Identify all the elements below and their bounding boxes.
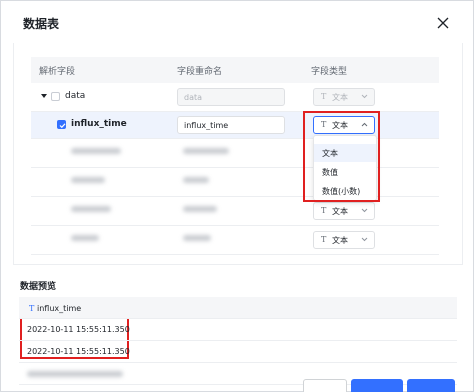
blurred-field-name: [71, 206, 111, 212]
table-row-data: data T 文本: [31, 83, 439, 112]
blurred-rename: [183, 206, 217, 212]
header-type: 字段类型: [311, 67, 348, 77]
type-select[interactable]: T 文本: [313, 231, 375, 249]
blurred-rename: [183, 148, 229, 154]
header-parse-field: 解析字段: [39, 67, 76, 77]
close-icon[interactable]: [435, 15, 451, 31]
cancel-button[interactable]: [303, 379, 347, 392]
chevron-down-icon: [361, 208, 368, 213]
checkbox-influx-time[interactable]: [57, 120, 66, 129]
blurred-field-name: [71, 177, 105, 183]
checkbox-data[interactable]: [51, 92, 60, 101]
chevron-down-icon: [361, 94, 368, 99]
field-name: influx_time: [71, 119, 127, 129]
next-button[interactable]: [407, 379, 455, 392]
preview-column-name: influx_time: [37, 304, 82, 313]
preview-title: 数据预览: [20, 282, 57, 292]
type-label: 文本: [332, 207, 348, 216]
rename-input-influx-time[interactable]: [177, 116, 285, 134]
type-select-data[interactable]: T 文本: [313, 88, 375, 106]
blurred-field-name: [71, 235, 99, 241]
text-type-icon: T: [321, 92, 327, 101]
rename-input-data[interactable]: [177, 88, 285, 106]
caret-down-icon[interactable]: [41, 94, 47, 98]
text-type-icon: T: [321, 206, 327, 215]
confirm-button[interactable]: [351, 379, 403, 392]
type-label: 文本: [332, 93, 348, 102]
type-label: 文本: [332, 236, 348, 245]
text-type-icon: T: [29, 304, 35, 313]
chevron-down-icon: [361, 237, 368, 242]
dialog-title: 数据表: [23, 17, 60, 31]
blurred-rename: [183, 177, 209, 183]
data-table-dialog: 数据表 解析字段 字段重命名 字段类型 data T 文本: [0, 0, 474, 392]
table-row-blurred: T 文本: [31, 226, 439, 255]
blurred-field-name: [71, 148, 121, 154]
dialog-header: 数据表: [1, 1, 473, 45]
preview-table-header: T influx_time: [19, 297, 457, 319]
field-name: data: [65, 91, 86, 101]
table-row: 2022-10-11 15:55:11.350: [19, 319, 457, 341]
text-type-icon: T: [321, 235, 327, 244]
field-table-header: 解析字段 字段重命名 字段类型: [31, 57, 439, 83]
highlight-box-type: [303, 111, 380, 202]
preview-table: T influx_time 2022-10-11 15:55:11.350 20…: [19, 297, 457, 392]
blurred-rename: [183, 235, 211, 241]
table-row: 2022-10-11 15:55:11.350: [19, 341, 457, 363]
header-rename: 字段重命名: [177, 67, 223, 77]
type-select[interactable]: T 文本: [313, 202, 375, 220]
blurred-preview-value: [27, 371, 123, 377]
